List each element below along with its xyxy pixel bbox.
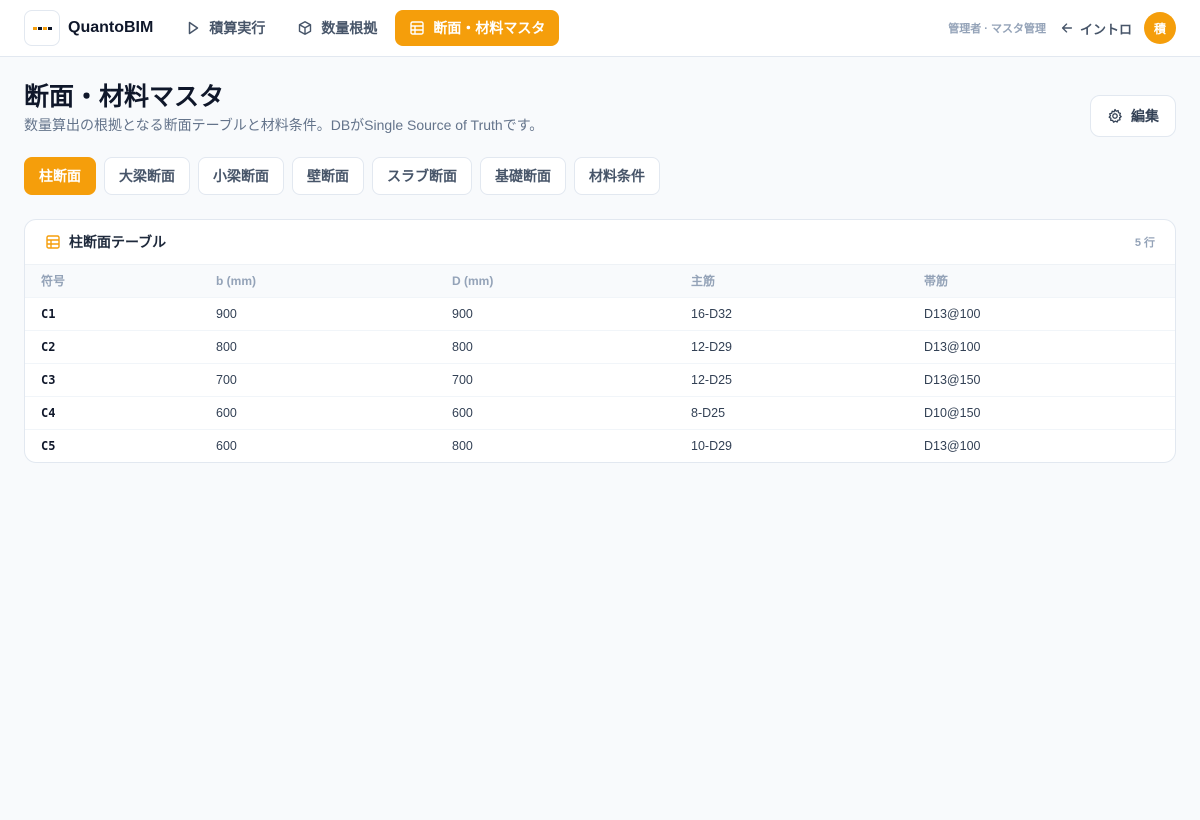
nav-label: 断面・材料マスタ bbox=[433, 20, 546, 36]
column-header: b (mm) bbox=[216, 273, 256, 288]
logo[interactable] bbox=[24, 10, 60, 46]
cell-hoop: D13@150 bbox=[908, 362, 1175, 396]
cell-hoop: D13@100 bbox=[908, 428, 1175, 462]
tab-column-section[interactable]: 柱断面 bbox=[24, 157, 96, 195]
table-row[interactable]: C1 900 900 16-D32 D13@100 bbox=[25, 296, 1175, 330]
tab-beam-section[interactable]: 小梁断面 bbox=[198, 157, 284, 195]
cell-main-rebar: 12-D25 bbox=[675, 362, 908, 396]
column-section-table-card: 柱断面テーブル 5 行 符号 b (mm) D (mm) 主筋 帯筋 C1 90… bbox=[24, 219, 1176, 463]
role-text: 管理者 · マスタ管理 bbox=[948, 23, 1046, 35]
cell-b: 600 bbox=[200, 428, 436, 462]
logo-icon bbox=[32, 26, 52, 30]
cell-symbol: C4 bbox=[25, 395, 200, 429]
cell-d: 600 bbox=[436, 395, 675, 429]
column-header: D (mm) bbox=[452, 273, 494, 288]
cell-main-rebar: 12-D29 bbox=[675, 329, 908, 363]
cell-main-rebar: 16-D32 bbox=[675, 296, 908, 330]
table-row[interactable]: C5 600 800 10-D29 D13@100 bbox=[25, 428, 1175, 462]
nav-item-estimate-run[interactable]: 積算実行 bbox=[171, 10, 279, 46]
column-header: 符号 bbox=[41, 274, 66, 289]
card-header: 柱断面テーブル 5 行 bbox=[25, 220, 1175, 265]
edit-label: 編集 bbox=[1131, 108, 1159, 124]
cell-b: 600 bbox=[200, 395, 436, 429]
column-header: 帯筋 bbox=[924, 274, 949, 289]
tab-slab-section[interactable]: スラブ断面 bbox=[372, 157, 472, 195]
cell-b: 800 bbox=[200, 329, 436, 363]
table-icon bbox=[410, 21, 425, 35]
page-title: 断面・材料マスタ bbox=[24, 83, 225, 111]
page-description: 数量算出の根拠となる断面テーブルと材料条件。DBがSingle Source o… bbox=[24, 117, 544, 133]
table-row[interactable]: C4 600 600 8-D25 D10@150 bbox=[25, 395, 1175, 429]
table-icon bbox=[46, 235, 60, 249]
table-row[interactable]: C3 700 700 12-D25 D13@150 bbox=[25, 362, 1175, 396]
cell-main-rebar: 8-D25 bbox=[675, 395, 908, 429]
gear-icon bbox=[1108, 108, 1122, 123]
section-tabs: 柱断面 大梁断面 小梁断面 壁断面 スラブ断面 基礎断面 材料条件 bbox=[24, 157, 1176, 195]
cell-b: 700 bbox=[200, 362, 436, 396]
nav-label: 積算実行 bbox=[209, 20, 266, 36]
topbar-right: 管理者 · マスタ管理 イントロ 積 bbox=[948, 12, 1176, 44]
cell-symbol: C3 bbox=[25, 362, 200, 396]
cell-b: 900 bbox=[200, 296, 436, 330]
tab-wall-section[interactable]: 壁断面 bbox=[292, 157, 364, 195]
cell-symbol: C5 bbox=[25, 428, 200, 462]
edit-button[interactable]: 編集 bbox=[1090, 95, 1176, 137]
column-header: 主筋 bbox=[691, 274, 716, 289]
top-bar: QuantoBIM 積算実行 数量根拠 断面・材料マスタ 管理者 · マスタ管理… bbox=[0, 0, 1200, 57]
row-count: 5 行 bbox=[1134, 237, 1155, 249]
tab-foundation-section[interactable]: 基礎断面 bbox=[480, 157, 566, 195]
cell-d: 700 bbox=[436, 362, 675, 396]
tab-girder-section[interactable]: 大梁断面 bbox=[104, 157, 190, 195]
cell-symbol: C1 bbox=[25, 296, 200, 330]
cell-d: 800 bbox=[436, 428, 675, 462]
play-icon bbox=[189, 21, 199, 35]
column-section-table: 符号 b (mm) D (mm) 主筋 帯筋 C1 900 900 16-D32… bbox=[25, 265, 1175, 462]
cell-hoop: D13@100 bbox=[908, 329, 1175, 363]
avatar[interactable]: 積 bbox=[1144, 12, 1176, 44]
back-label: イントロ bbox=[1079, 21, 1132, 37]
nav-label: 数量根拠 bbox=[321, 20, 378, 36]
brand-name: QuantoBIM bbox=[68, 19, 154, 36]
cell-hoop: D13@100 bbox=[908, 296, 1175, 330]
cell-d: 800 bbox=[436, 329, 675, 363]
cell-main-rebar: 10-D29 bbox=[675, 428, 908, 462]
back-to-intro-link[interactable]: イントロ bbox=[1060, 19, 1132, 38]
nav-item-section-material-master[interactable]: 断面・材料マスタ bbox=[395, 10, 560, 46]
tab-material-conditions[interactable]: 材料条件 bbox=[574, 157, 660, 195]
cell-hoop: D10@150 bbox=[908, 395, 1175, 429]
cell-d: 900 bbox=[436, 296, 675, 330]
nav-item-quantity-basis[interactable]: 数量根拠 bbox=[283, 10, 391, 46]
table-header-row: 符号 b (mm) D (mm) 主筋 帯筋 bbox=[25, 265, 1175, 297]
table-row[interactable]: C2 800 800 12-D29 D13@100 bbox=[25, 329, 1175, 363]
main-content: 断面・材料マスタ 数量算出の根拠となる断面テーブルと材料条件。DBがSingle… bbox=[0, 57, 1200, 487]
cube-icon bbox=[299, 21, 312, 35]
card-title: 柱断面テーブル bbox=[69, 234, 167, 250]
arrow-left-icon bbox=[1061, 23, 1073, 33]
cell-symbol: C2 bbox=[25, 329, 200, 363]
